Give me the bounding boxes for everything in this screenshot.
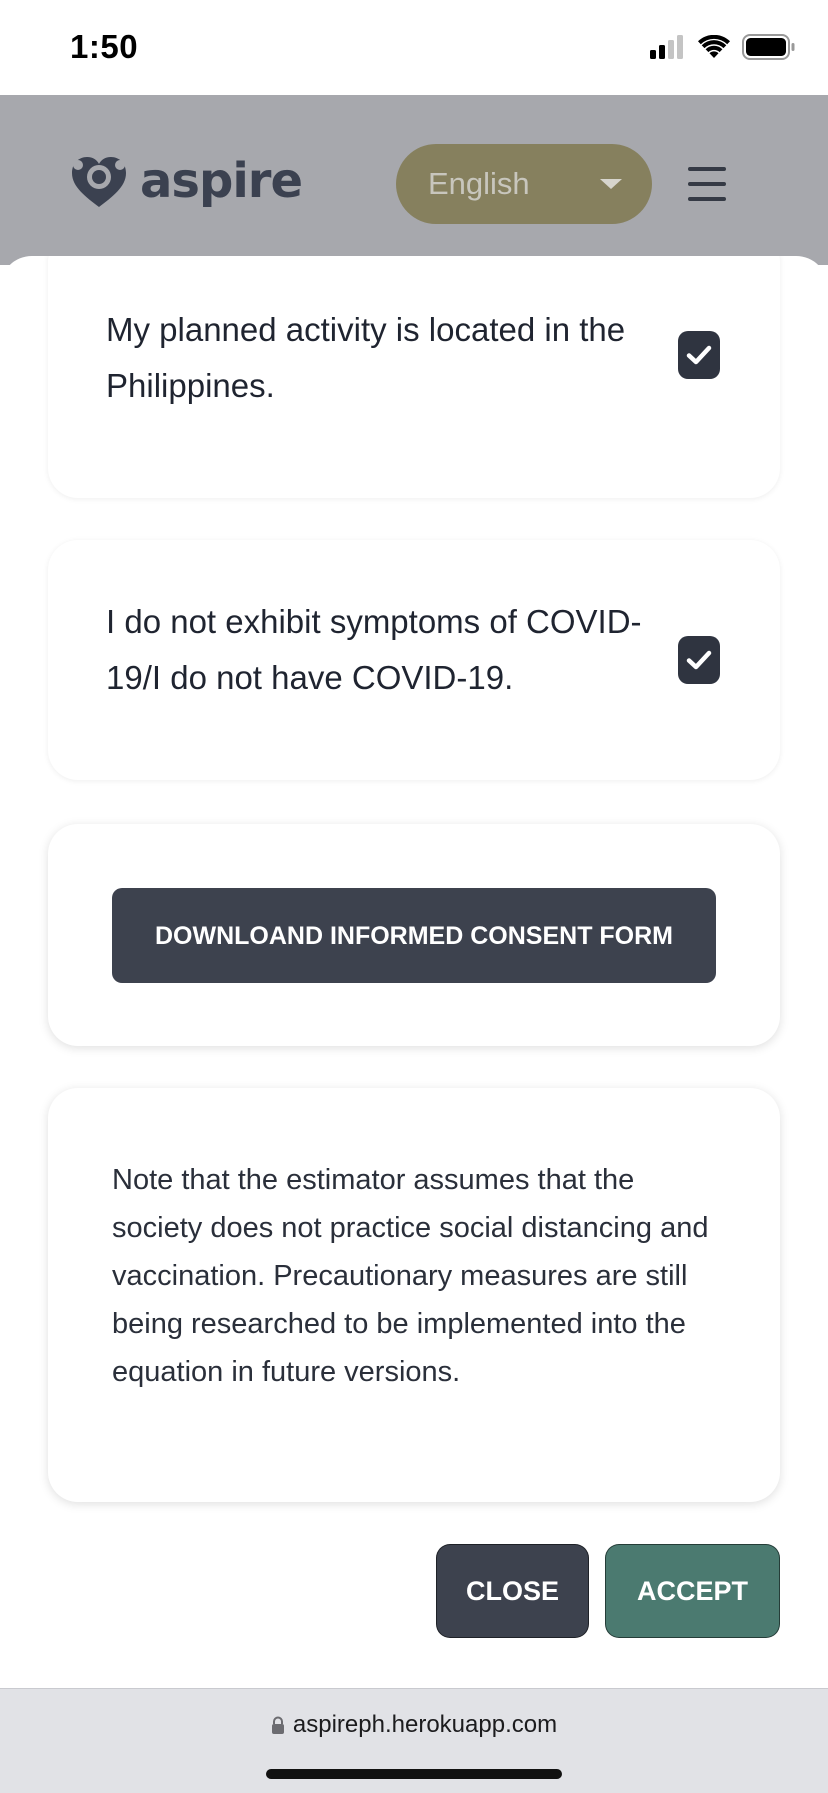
consent-modal: My planned activity is located in the Ph… [0, 256, 828, 1688]
checklist-text-location: My planned activity is located in the Ph… [106, 311, 626, 404]
close-button[interactable]: CLOSE [436, 1544, 589, 1638]
checklist-card-covid: I do not exhibit symptoms of COVID-19/I … [48, 540, 780, 780]
language-select[interactable]: English [396, 144, 652, 224]
check-icon [686, 345, 712, 365]
status-icons [650, 34, 796, 60]
consent-form-card: DOWNLOAND INFORMED CONSENT FORM [48, 824, 780, 1046]
url-text: aspireph.herokuapp.com [292, 1711, 558, 1738]
checkbox-covid[interactable] [678, 636, 720, 684]
aspire-logo[interactable]: aspire [66, 151, 303, 211]
url-display[interactable]: aspireph.herokuapp.com [0, 1711, 828, 1739]
status-time: 1:50 [70, 28, 139, 65]
heart-logo-icon [72, 157, 126, 207]
checklist-card-location: My planned activity is located in the Ph… [48, 256, 780, 498]
estimator-note-card: Note that the estimator assumes that the… [48, 1088, 780, 1502]
checklist-text-covid: I do not exhibit symptoms of COVID-19/I … [106, 603, 642, 696]
app-header: aspire English [0, 95, 828, 265]
download-consent-form-button[interactable]: DOWNLOAND INFORMED CONSENT FORM [112, 888, 716, 983]
cellular-signal-icon [650, 35, 683, 59]
lock-icon [271, 1716, 284, 1734]
browser-address-bar: aspireph.herokuapp.com [0, 1688, 828, 1793]
home-indicator[interactable] [266, 1769, 562, 1779]
language-selected-value: English [428, 166, 530, 201]
check-icon [686, 650, 712, 670]
status-bar: 1:50 [0, 0, 828, 95]
logo-text: aspire [140, 153, 303, 209]
estimator-note-text: Note that the estimator assumes that the… [112, 1164, 709, 1388]
wifi-icon [698, 35, 730, 58]
accept-button[interactable]: ACCEPT [605, 1544, 780, 1638]
checkbox-location[interactable] [678, 331, 720, 379]
battery-icon [742, 34, 795, 60]
hamburger-menu-icon[interactable] [688, 167, 728, 201]
chevron-down-icon [600, 179, 622, 189]
